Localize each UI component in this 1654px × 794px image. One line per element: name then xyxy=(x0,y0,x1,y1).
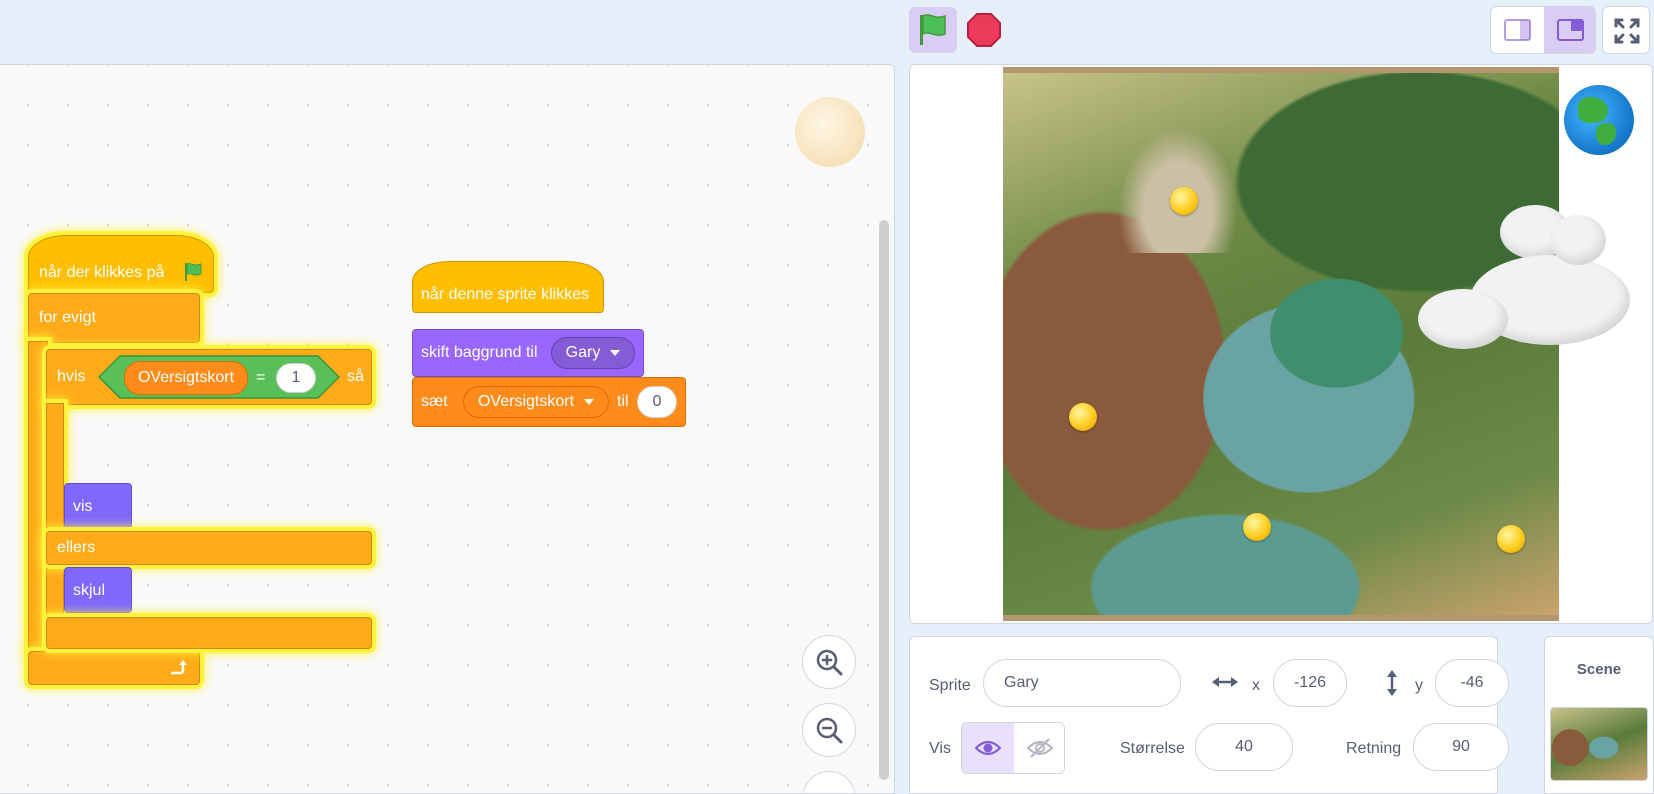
x-arrows-icon xyxy=(1212,677,1238,687)
eye-icon xyxy=(975,740,1001,756)
dropdown-arrow-icon xyxy=(584,399,595,405)
else-section: ellers xyxy=(46,531,372,565)
stage-size-toggle xyxy=(1490,6,1596,54)
backdrop-name: Gary xyxy=(565,344,601,361)
hat-block-sprite-clicked[interactable]: når denne sprite klikkes xyxy=(412,261,604,313)
compare-value: 1 xyxy=(291,369,301,386)
variable-name: OVersigtskort xyxy=(137,369,235,386)
backdrop-thumbnail[interactable] xyxy=(1550,707,1648,781)
stop-button[interactable] xyxy=(966,12,1002,48)
green-flag-icon xyxy=(185,263,202,281)
hide-sprite-button[interactable] xyxy=(1014,723,1064,773)
show-label: vis xyxy=(73,498,93,515)
show-label: Vis xyxy=(929,740,951,757)
variable-name: OVersigtskort xyxy=(477,393,575,410)
scene-panel[interactable]: Scene xyxy=(1544,636,1654,794)
hat-block-green-flag[interactable]: når der klikkes på xyxy=(28,235,214,293)
show-sprite-button[interactable] xyxy=(962,723,1014,773)
small-stage-icon xyxy=(1504,19,1531,41)
zoom-in-icon xyxy=(816,649,843,676)
forever-label: for evigt xyxy=(39,309,96,326)
hide-block[interactable]: skjul xyxy=(64,567,132,613)
workspace-scrollbar[interactable] xyxy=(879,220,889,780)
y-value: -46 xyxy=(1460,674,1484,691)
direction-label: Retning xyxy=(1346,740,1402,757)
hat-label: når denne sprite klikkes xyxy=(421,286,590,303)
y-label: y xyxy=(1415,677,1423,694)
size-label: Størrelse xyxy=(1120,740,1185,757)
variable-reporter[interactable]: OVersigtskort xyxy=(124,361,248,395)
sprite-name-input[interactable]: Gary xyxy=(983,659,1181,707)
stage[interactable] xyxy=(909,64,1653,624)
coin-sprite[interactable] xyxy=(1243,513,1271,541)
direction-input[interactable]: 90 xyxy=(1413,723,1509,771)
backdrop-dropdown[interactable]: Gary xyxy=(551,337,635,369)
direction-value: 90 xyxy=(1452,738,1470,755)
sprite-name: Gary xyxy=(1004,674,1039,691)
coin-sprite[interactable] xyxy=(1170,187,1198,215)
forever-end xyxy=(28,651,200,685)
stop-sign-icon xyxy=(967,13,1001,47)
set-value-input[interactable]: 0 xyxy=(637,386,677,418)
green-flag-icon xyxy=(920,14,946,45)
coin-sprite[interactable] xyxy=(1069,403,1097,431)
loop-arrow-icon xyxy=(171,660,187,675)
normal-stage-button[interactable] xyxy=(1544,7,1595,53)
switch-backdrop-block[interactable]: skift baggrund til Gary xyxy=(412,329,644,377)
forever-arm xyxy=(28,341,48,653)
normal-stage-icon xyxy=(1557,19,1584,41)
eye-slash-icon xyxy=(1027,738,1053,758)
sprite-thumbnail-ghost xyxy=(795,97,865,167)
visibility-toggle xyxy=(961,722,1065,774)
if-label: hvis xyxy=(57,368,86,385)
dropdown-arrow-icon xyxy=(610,350,621,356)
stage-header xyxy=(0,0,1654,64)
y-arrows-icon xyxy=(1387,670,1397,696)
globe-sprite[interactable] xyxy=(1564,85,1634,155)
forever-block[interactable]: for evigt xyxy=(28,293,200,343)
set-variable-block[interactable]: sæt OVersigtskort til 0 xyxy=(412,377,686,427)
sprite-label: Sprite xyxy=(929,677,971,694)
castle-illustration xyxy=(1108,113,1248,253)
coin-sprite[interactable] xyxy=(1497,525,1525,553)
size-value: 40 xyxy=(1235,738,1253,755)
if-else-arm xyxy=(46,403,64,617)
set-label: sæt xyxy=(421,393,448,410)
fullscreen-icon xyxy=(1614,18,1640,44)
compare-value-input[interactable]: 1 xyxy=(276,363,316,393)
switch-backdrop-label: skift baggrund til xyxy=(421,344,538,361)
scene-title: Scene xyxy=(1576,661,1622,678)
hide-label: skjul xyxy=(73,582,106,599)
x-input[interactable]: -126 xyxy=(1273,659,1347,707)
y-input[interactable]: -46 xyxy=(1435,659,1509,707)
sprite-info-panel: Sprite Gary x -126 y -46 Vis Størrelse 4… xyxy=(909,636,1509,794)
show-block[interactable]: vis xyxy=(64,483,132,529)
zoom-in-button[interactable] xyxy=(802,635,856,689)
variable-dropdown[interactable]: OVersigtskort xyxy=(463,386,609,418)
then-label: så xyxy=(347,368,364,385)
set-value: 0 xyxy=(652,393,662,410)
x-value: -126 xyxy=(1293,674,1327,691)
code-workspace[interactable]: når der klikkes på for evigt hvis så OVe… xyxy=(0,64,895,794)
zoom-reset-button[interactable] xyxy=(802,771,856,794)
green-flag-button[interactable] xyxy=(909,7,957,53)
equals-sign: = xyxy=(256,369,266,386)
zoom-reset-icon xyxy=(814,783,844,794)
size-input[interactable]: 40 xyxy=(1195,723,1293,771)
else-label: ellers xyxy=(57,539,96,556)
if-else-end xyxy=(46,617,372,649)
x-label: x xyxy=(1252,677,1260,694)
hat-label: når der klikkes på xyxy=(39,264,165,281)
zoom-out-button[interactable] xyxy=(802,703,856,757)
fullscreen-button[interactable] xyxy=(1602,6,1650,54)
small-stage-button[interactable] xyxy=(1491,7,1544,53)
to-label: til xyxy=(617,393,629,410)
zoom-out-icon xyxy=(816,717,843,744)
